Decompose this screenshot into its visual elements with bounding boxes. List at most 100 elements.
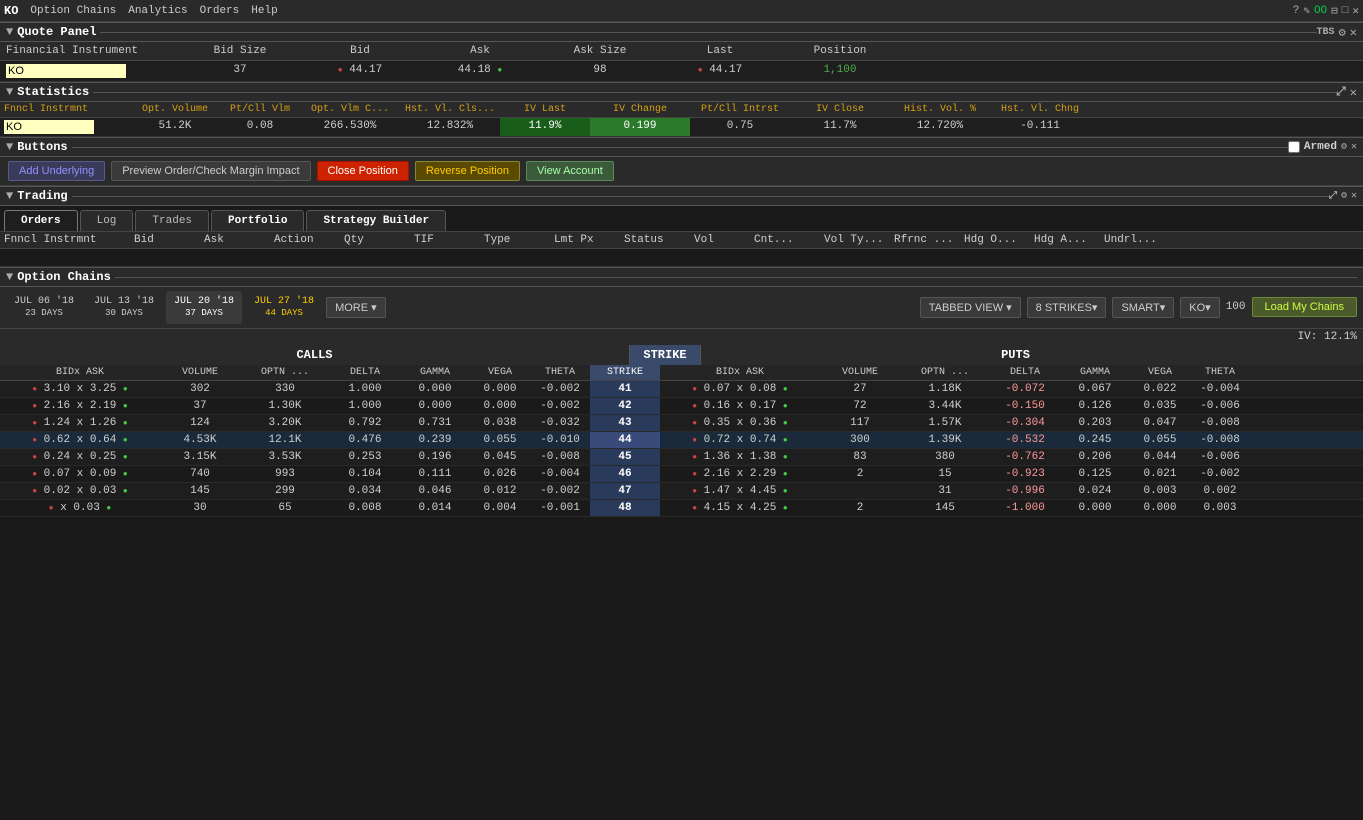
chain-tab-jul20[interactable]: JUL 20 '18 37 DAYS bbox=[166, 291, 242, 324]
call-vega: 0.045 bbox=[470, 449, 530, 465]
th-type: Type bbox=[480, 232, 550, 248]
link-icon[interactable]: OO bbox=[1314, 5, 1327, 17]
call-vega: 0.012 bbox=[470, 483, 530, 499]
buttons-line bbox=[72, 147, 1288, 148]
stats-close-icon[interactable]: ✕ bbox=[1350, 85, 1357, 100]
armed-settings-icon[interactable]: ⚙ bbox=[1341, 141, 1347, 153]
option-row[interactable]: ● 0.24 x 0.25 ● 3.15K 3.53K 0.253 0.196 … bbox=[0, 449, 1363, 466]
load-my-chains-button[interactable]: Load My Chains bbox=[1252, 297, 1358, 317]
ch-put-vega: VEGA bbox=[1130, 365, 1190, 380]
close-position-button[interactable]: Close Position bbox=[317, 161, 409, 181]
minimize-icon[interactable]: ⊟ bbox=[1331, 4, 1338, 18]
put-delta: -0.923 bbox=[990, 466, 1060, 482]
call-volume: 37 bbox=[160, 398, 240, 414]
call-theta: -0.032 bbox=[530, 415, 590, 431]
stats-instrument-input[interactable] bbox=[4, 120, 94, 134]
call-gamma: 0.014 bbox=[400, 500, 470, 516]
tbs-icon: TBS bbox=[1317, 27, 1335, 38]
option-row[interactable]: ● 3.10 x 3.25 ● 302 330 1.000 0.000 0.00… bbox=[0, 381, 1363, 398]
call-gamma: 0.000 bbox=[400, 381, 470, 397]
menu-help[interactable]: Help bbox=[251, 5, 277, 17]
tabbed-view-button[interactable]: TABBED VIEW ▾ bbox=[920, 297, 1021, 318]
tab-log[interactable]: Log bbox=[80, 210, 134, 231]
menu-orders[interactable]: Orders bbox=[200, 5, 240, 17]
stats-ptcll: 0.08 bbox=[220, 118, 300, 136]
armed-close-icon[interactable]: ✕ bbox=[1351, 141, 1357, 153]
tab-portfolio[interactable]: Portfolio bbox=[211, 210, 304, 231]
put-theta: 0.002 bbox=[1190, 483, 1250, 499]
option-row[interactable]: ● 2.16 x 2.19 ● 37 1.30K 1.000 0.000 0.0… bbox=[0, 398, 1363, 415]
quote-panel-right-icons: TBS ⚙ ✕ bbox=[1317, 25, 1357, 40]
add-underlying-button[interactable]: Add Underlying bbox=[8, 161, 105, 181]
sh-opt-vlm: Opt. Vlm C... bbox=[300, 102, 400, 117]
strikes-button[interactable]: 8 STRIKES▾ bbox=[1027, 297, 1107, 318]
call-vega: 0.038 bbox=[470, 415, 530, 431]
tab-strategy-builder[interactable]: Strategy Builder bbox=[306, 210, 446, 231]
chain-tab-jul13[interactable]: JUL 13 '18 30 DAYS bbox=[86, 291, 162, 324]
ch-put-gamma: GAMMA bbox=[1060, 365, 1130, 380]
trading-expand-icon[interactable]: ⤢ bbox=[1329, 190, 1337, 202]
trading-settings-icon[interactable]: ⚙ bbox=[1341, 190, 1347, 202]
quote-ask-value: 44.18 bbox=[458, 64, 491, 76]
put-bidask: ● 2.16 x 2.29 ● bbox=[660, 466, 820, 482]
stats-collapse-arrow[interactable]: ▼ bbox=[6, 85, 13, 99]
settings-icon-2[interactable]: ⚙ bbox=[1339, 25, 1346, 40]
quote-collapse-arrow[interactable]: ▼ bbox=[6, 25, 13, 39]
chain-tab-jul27[interactable]: JUL 27 '18 44 DAYS bbox=[246, 291, 322, 324]
view-account-button[interactable]: View Account bbox=[526, 161, 614, 181]
buttons-collapse-arrow[interactable]: ▼ bbox=[6, 140, 13, 154]
option-row[interactable]: ● x 0.03 ● 30 65 0.008 0.014 0.004 -0.00… bbox=[0, 500, 1363, 517]
put-volume bbox=[820, 483, 900, 499]
call-delta: 0.104 bbox=[330, 466, 400, 482]
close-icon[interactable]: ✕ bbox=[1352, 4, 1359, 18]
call-bidask: ● 1.24 x 1.26 ● bbox=[0, 415, 160, 431]
put-optn: 1.18K bbox=[900, 381, 990, 397]
quote-columns-header: Financial Instrument Bid Size Bid Ask As… bbox=[0, 42, 1363, 61]
help-icon[interactable]: ? bbox=[1293, 5, 1300, 17]
quote-panel-header: ▼ Quote Panel TBS ⚙ ✕ bbox=[0, 22, 1363, 42]
reverse-position-button[interactable]: Reverse Position bbox=[415, 161, 520, 181]
put-delta: -0.996 bbox=[990, 483, 1060, 499]
chains-collapse-arrow[interactable]: ▼ bbox=[6, 270, 13, 284]
instrument-input[interactable] bbox=[6, 64, 126, 78]
smart-button[interactable]: SMART▾ bbox=[1112, 297, 1174, 318]
call-vega: 0.000 bbox=[470, 381, 530, 397]
settings-icon[interactable]: ✎ bbox=[1303, 4, 1310, 18]
ch-put-delta: DELTA bbox=[990, 365, 1060, 380]
option-row[interactable]: ● 1.24 x 1.26 ● 124 3.20K 0.792 0.731 0.… bbox=[0, 415, 1363, 432]
trading-collapse-arrow[interactable]: ▼ bbox=[6, 189, 13, 203]
option-row[interactable]: ● 0.02 x 0.03 ● 145 299 0.034 0.046 0.01… bbox=[0, 483, 1363, 500]
quote-last: ● 44.17 bbox=[660, 62, 780, 80]
app-title[interactable]: KO bbox=[4, 4, 18, 18]
option-row[interactable]: ● 0.62 x 0.64 ● 4.53K 12.1K 0.476 0.239 … bbox=[0, 432, 1363, 449]
close-icon-2[interactable]: ✕ bbox=[1350, 25, 1357, 40]
qh-bid-size: Bid Size bbox=[180, 43, 300, 59]
chain-more-button[interactable]: MORE ▾ bbox=[326, 297, 386, 318]
th-bid: Bid bbox=[130, 232, 200, 248]
put-optn: 31 bbox=[900, 483, 990, 499]
armed-checkbox[interactable] bbox=[1288, 141, 1300, 153]
multiplier-label: 100 bbox=[1226, 301, 1246, 313]
option-row[interactable]: ● 0.07 x 0.09 ● 740 993 0.104 0.111 0.02… bbox=[0, 466, 1363, 483]
chain-tab-jul06[interactable]: JUL 06 '18 23 DAYS bbox=[6, 291, 82, 324]
menu-analytics[interactable]: Analytics bbox=[128, 5, 187, 17]
chain-tab-jul13-label: JUL 13 '18 bbox=[94, 296, 154, 307]
chains-toolbar: JUL 06 '18 23 DAYS JUL 13 '18 30 DAYS JU… bbox=[0, 287, 1363, 329]
put-delta: -0.532 bbox=[990, 432, 1060, 448]
chain-tab-jul06-label: JUL 06 '18 bbox=[14, 296, 74, 307]
preview-order-button[interactable]: Preview Order/Check Margin Impact bbox=[111, 161, 310, 181]
symbol-button[interactable]: KO▾ bbox=[1180, 297, 1219, 318]
trading-close-icon[interactable]: ✕ bbox=[1351, 190, 1357, 202]
stats-expand-icon[interactable]: ⤢ bbox=[1336, 85, 1346, 99]
maximize-icon[interactable]: □ bbox=[1342, 5, 1349, 17]
sh-hist-vol: Hist. Vol. % bbox=[890, 102, 990, 117]
put-bidask: ● 1.36 x 1.38 ● bbox=[660, 449, 820, 465]
menu-option-chains[interactable]: Option Chains bbox=[30, 5, 116, 17]
put-bidask: ● 4.15 x 4.25 ● bbox=[660, 500, 820, 516]
tab-trades[interactable]: Trades bbox=[135, 210, 209, 231]
call-theta: -0.002 bbox=[530, 381, 590, 397]
quote-instrument bbox=[0, 62, 180, 80]
put-theta: -0.008 bbox=[1190, 415, 1250, 431]
tab-orders[interactable]: Orders bbox=[4, 210, 78, 231]
call-gamma: 0.239 bbox=[400, 432, 470, 448]
